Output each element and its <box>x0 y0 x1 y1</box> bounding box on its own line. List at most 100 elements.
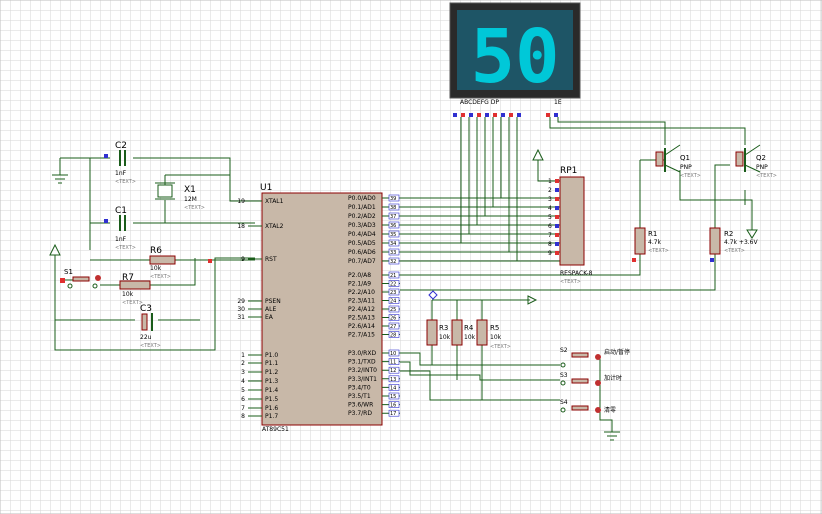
seven-segment-display[interactable]: 50 ABCDEFG DP 1E <box>449 2 581 106</box>
mcu-pin-p05ad5: 34 P0.5/AD5 <box>348 239 400 247</box>
mcu-pin-name: P3.4/T0 <box>348 384 371 391</box>
mcu-pin-number: 35 <box>390 232 396 238</box>
mcu-pin-number: 13 <box>390 377 396 383</box>
c1-ref: C1 <box>115 206 127 216</box>
mcu-pin-name: P1.7 <box>265 413 278 420</box>
c1-value: 1nF <box>115 236 127 243</box>
mcu-pin-name: P3.1/TXD <box>348 359 376 366</box>
s2-label: 启动/暂停 <box>604 348 630 356</box>
c2-value: 1nF <box>115 170 127 177</box>
mcu-pin-name: P2.7/A15 <box>348 332 375 339</box>
mcu-pin-number: 19 <box>237 198 245 205</box>
r6-ref: R6 <box>150 246 162 256</box>
s3-ref: S3 <box>560 372 568 379</box>
mcu-pin-name: P1.3 <box>265 378 278 385</box>
mcu-pin-name: P2.6/A14 <box>348 323 375 330</box>
mcu-pin-name: XTAL1 <box>265 198 284 205</box>
mcu-pin-number: 21 <box>390 273 396 279</box>
c3-text-placeholder: <TEXT> <box>140 343 161 349</box>
mcu-pin-number: 27 <box>390 324 396 330</box>
rp1-pin-number: 5 <box>548 214 552 221</box>
mcu-pin-p03ad3: 36 P0.3/AD3 <box>348 221 400 229</box>
mcu-pin-name: P2.4/A12 <box>348 306 375 313</box>
s2-ref: S2 <box>560 347 568 354</box>
mcu-pin-number: 15 <box>390 394 396 400</box>
mcu-pin-name: XTAL2 <box>265 223 284 230</box>
mcu-pin-p23a11: 24 P2.3/A11 <box>348 297 400 305</box>
r3-ref: R3 <box>439 324 448 332</box>
rp1-pin-number: 4 <box>548 205 552 212</box>
mcu-pin-p27a15: 28 P2.7/A15 <box>348 331 400 339</box>
mcu-pin-number: 32 <box>390 259 396 265</box>
r1-ref: R1 <box>648 230 657 238</box>
mcu-pin-name: P0.5/AD5 <box>348 240 376 247</box>
mcu-pin-name: P0.1/AD1 <box>348 204 376 211</box>
mcu-pin-number: 31 <box>237 314 245 321</box>
mcu-pin-number: 22 <box>390 282 396 288</box>
mcu-pin-p31txd: 11 P3.1/TXD <box>348 358 400 366</box>
q2-ref: Q2 <box>756 154 766 162</box>
s4-label: 清零 <box>604 406 616 414</box>
mcu-pin-p00ad0: 39 P0.0/AD0 <box>348 194 400 202</box>
x1-ref: X1 <box>184 185 196 195</box>
mcu-pin-p24a12: 25 P2.4/A12 <box>348 305 400 313</box>
schematic-canvas[interactable]: 50 ABCDEFG DP 1E U1 AT89C51 19 XTAL1 18 … <box>0 0 822 514</box>
r7-value: 10k <box>122 291 134 298</box>
c1-text-placeholder: <TEXT> <box>115 245 136 251</box>
rp1-pin-number: 9 <box>548 250 552 257</box>
x1-value: 12M <box>184 196 197 203</box>
mcu-pin-name: P3.2/INT0 <box>348 367 377 374</box>
mcu-pin-p07ad7: 32 P0.7/AD7 <box>348 257 400 265</box>
mcu-pin-name: P1.2 <box>265 369 278 376</box>
r7-ref: R7 <box>122 273 134 283</box>
r2-value: 4.7k +3.6V <box>724 239 758 246</box>
mcu-pin-number: 9 <box>241 256 245 263</box>
mcu-pin-name: P0.7/AD7 <box>348 258 376 265</box>
mcu-pin-p30rxd: 10 P3.0/RXD <box>348 349 400 357</box>
mcu-pin-number: 3 <box>241 369 245 376</box>
mcu-u1[interactable]: U1 AT89C51 19 XTAL118 XTAL29 RST29 PSEN30 ALE… <box>237 183 400 433</box>
mcu-pin-number: 36 <box>390 223 396 229</box>
mcu-pin-number: 34 <box>390 241 396 247</box>
mcu-pin-p33int1: 13 P3.3/INT1 <box>348 375 400 383</box>
mcu-pin-number: 2 <box>241 360 245 367</box>
mcu-pin-number: 14 <box>390 385 396 391</box>
rp1-pin-number: 1 <box>548 178 552 185</box>
mcu-pin-number: 38 <box>390 205 396 211</box>
mcu-pin-number: 33 <box>390 250 396 256</box>
mcu-pin-name: PSEN <box>265 298 281 305</box>
s1-ref: S1 <box>64 268 73 276</box>
mcu-pin-name: P0.0/AD0 <box>348 195 376 202</box>
mcu-pin-name: P3.5/T1 <box>348 393 371 400</box>
mcu-pin-name: P1.6 <box>265 405 278 412</box>
q1-ref: Q1 <box>680 154 690 162</box>
mcu-pin-number: 12 <box>390 368 396 374</box>
rp1-ref: RP1 <box>560 166 577 176</box>
display-common-label: 1E <box>554 99 562 106</box>
mcu-pin-name: RST <box>265 256 277 263</box>
rp1-pin-number: 3 <box>548 196 552 203</box>
r5-text-placeholder: <TEXT> <box>490 344 511 350</box>
mcu-pin-p26a14: 27 P2.6/A14 <box>348 322 400 330</box>
c3-ref: C3 <box>140 304 152 314</box>
mcu-pin-name: P2.3/A11 <box>348 298 375 305</box>
mcu-pin-p01ad1: 38 P0.1/AD1 <box>348 203 400 211</box>
s4-ref: S4 <box>560 399 568 406</box>
mcu-pin-name: P0.2/AD2 <box>348 213 376 220</box>
display-seg-labels: ABCDEFG DP <box>460 99 499 106</box>
mcu-pin-name: ALE <box>265 306 276 313</box>
r2-ref: R2 <box>724 230 733 238</box>
mcu-pin-number: 17 <box>390 411 396 417</box>
r4-value: 10k <box>464 334 476 341</box>
mcu-pin-name: P2.1/A9 <box>348 281 371 288</box>
mcu-pin-name: P0.4/AD4 <box>348 231 376 238</box>
mcu-pin-name: P2.2/A10 <box>348 289 375 296</box>
mcu-pin-number: 26 <box>390 316 396 322</box>
rp1-body <box>559 176 585 266</box>
q1-type: PNP <box>680 164 692 171</box>
rp1-pin-number: 8 <box>548 241 552 248</box>
mcu-pin-number: 1 <box>241 352 245 359</box>
mcu-pin-number: 30 <box>237 306 245 313</box>
q2-text-placeholder: <TEXT> <box>756 173 777 179</box>
rp1-pin-number: 6 <box>548 223 552 230</box>
